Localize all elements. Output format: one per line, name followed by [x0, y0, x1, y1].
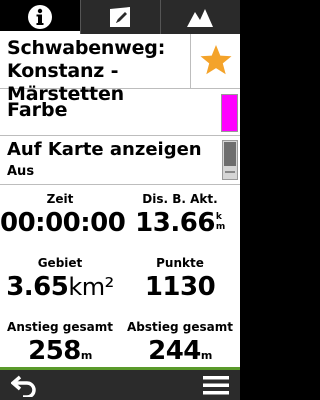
- info-icon: [28, 5, 52, 29]
- map-edit-icon: [110, 7, 130, 27]
- descent-value: 244: [148, 336, 201, 366]
- color-swatch[interactable]: [221, 94, 238, 132]
- stat-descent: Abstieg gesamt 244m: [120, 320, 240, 367]
- stat-label: Abstieg gesamt: [127, 320, 233, 334]
- track-details-panel: Schwabenweg: Konstanz - Märstetten Farbe…: [0, 34, 240, 367]
- tab-elevation[interactable]: [160, 0, 240, 34]
- stat-area: Gebiet 3.65km²: [0, 256, 120, 302]
- stat-label: Dis. B. Akt.: [142, 192, 218, 206]
- unit-top: k: [215, 212, 222, 222]
- show-on-map-label: Auf Karte anzeigen: [7, 139, 202, 160]
- stat-time: Zeit 00:00:00: [0, 192, 126, 238]
- show-on-map-row[interactable]: Auf Karte anzeigen Aus: [0, 136, 240, 185]
- color-row[interactable]: Farbe: [0, 89, 240, 136]
- stat-value: 00:00:00: [0, 208, 126, 238]
- back-arrow-icon: [11, 375, 36, 397]
- color-label: Farbe: [7, 99, 68, 121]
- tab-bar: [0, 0, 240, 34]
- stat-label: Gebiet: [37, 256, 83, 270]
- area-value: 3.65: [6, 272, 69, 302]
- tab-info[interactable]: [0, 0, 80, 34]
- back-button[interactable]: [0, 370, 48, 400]
- stat-label: Punkte: [156, 256, 204, 270]
- stat-value: 1130: [144, 272, 216, 302]
- unit-bottom: m: [215, 222, 225, 232]
- stat-value: 258m: [0, 336, 120, 367]
- ascent-unit: m: [80, 349, 92, 362]
- elevation-profile-icon: [187, 9, 213, 27]
- toggle-notch: [225, 171, 235, 173]
- show-on-map-toggle[interactable]: [222, 140, 238, 180]
- star-icon: [200, 45, 232, 75]
- distance-value: 13.66: [135, 208, 215, 238]
- bottom-bar: [0, 367, 240, 400]
- stat-distance: Dis. B. Akt. 13.66k m: [120, 192, 240, 238]
- track-name-row[interactable]: Schwabenweg: Konstanz - Märstetten: [0, 34, 240, 105]
- descent-unit: m: [200, 349, 212, 362]
- hamburger-menu-icon: [203, 376, 229, 395]
- distance-unit: km: [216, 212, 225, 232]
- stat-value: 3.65km²: [0, 272, 120, 302]
- show-on-map-value: Aus: [7, 164, 35, 179]
- toggle-knob: [224, 142, 236, 166]
- stat-points: Punkte 1130: [120, 256, 240, 302]
- stat-value: 13.66k m: [120, 208, 240, 238]
- area-unit: km²: [68, 273, 114, 301]
- stat-label: Anstieg gesamt: [7, 320, 113, 334]
- stat-ascent: Anstieg gesamt 258m: [0, 320, 120, 367]
- ascent-value: 258: [28, 336, 81, 366]
- tab-map-edit[interactable]: [80, 0, 160, 34]
- stat-label: Zeit: [46, 192, 74, 206]
- favorite-button[interactable]: [190, 34, 240, 88]
- menu-button[interactable]: [192, 370, 240, 400]
- stat-value: 244m: [120, 336, 240, 367]
